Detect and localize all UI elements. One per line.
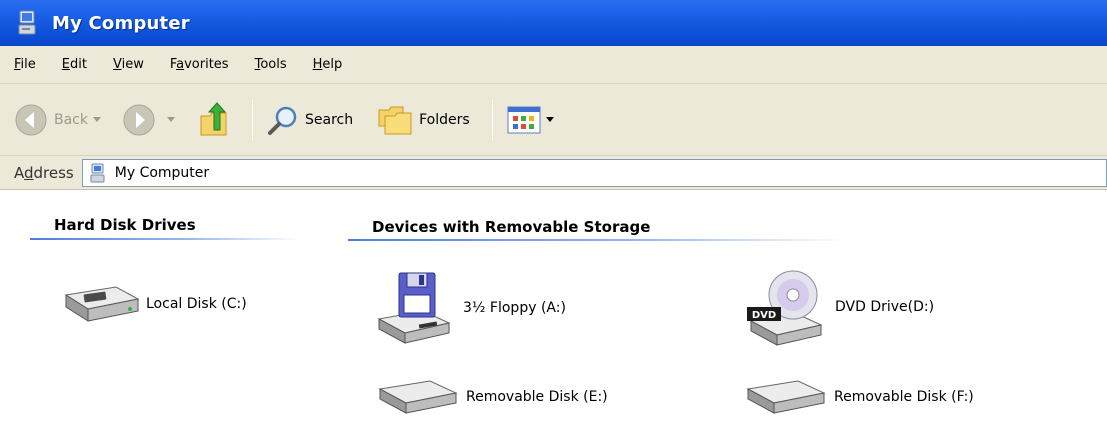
floppy-drive-a-label: 3½ Floppy (A:) bbox=[463, 300, 566, 316]
dvd-drive-d-label: DVD Drive(D:) bbox=[835, 299, 935, 315]
toolbar-separator bbox=[491, 99, 493, 140]
views-button[interactable] bbox=[507, 98, 555, 142]
toolbar-separator bbox=[252, 99, 253, 140]
forward-dropdown-icon[interactable] bbox=[166, 115, 176, 125]
menu-edit[interactable]: Edit bbox=[62, 57, 87, 72]
menu-file[interactable]: File bbox=[14, 57, 36, 72]
toolbar: Back Search Folders bbox=[0, 84, 1107, 156]
views-dropdown-icon[interactable] bbox=[545, 115, 555, 125]
window-title: My Computer bbox=[52, 12, 190, 34]
removable-disk-icon bbox=[378, 380, 458, 414]
local-disk-c[interactable]: Local Disk (C:) bbox=[58, 281, 247, 327]
dvd-drive-d[interactable]: DVD DVD Drive(D:) bbox=[745, 267, 934, 347]
folders-button[interactable]: Folders bbox=[377, 98, 470, 142]
floppy-drive-icon bbox=[377, 272, 451, 344]
back-arrow-icon bbox=[15, 104, 47, 135]
hard-disk-drives-header: Hard Disk Drives bbox=[54, 216, 196, 234]
address-input[interactable]: My Computer bbox=[81, 158, 1107, 187]
views-icon bbox=[507, 106, 541, 133]
dvd-badge: DVD bbox=[752, 310, 776, 321]
menu-view[interactable]: View bbox=[113, 57, 144, 72]
forward-arrow-icon bbox=[123, 104, 155, 135]
search-label: Search bbox=[305, 111, 354, 128]
folders-label: Folders bbox=[419, 111, 470, 128]
my-computer-icon bbox=[90, 163, 105, 182]
hard-disk-drives-divider bbox=[30, 238, 300, 240]
menu-bar: File Edit View Favorites Tools Help bbox=[0, 46, 1107, 84]
my-computer-icon bbox=[18, 10, 36, 35]
address-label: Address bbox=[14, 163, 74, 182]
title-bar[interactable]: My Computer bbox=[0, 0, 1107, 46]
removable-storage-divider bbox=[348, 239, 848, 241]
menu-help[interactable]: Help bbox=[313, 57, 343, 72]
folders-icon bbox=[378, 106, 412, 134]
up-folder-icon bbox=[200, 101, 227, 135]
forward-button[interactable] bbox=[122, 98, 176, 142]
removable-disk-e[interactable]: Removable Disk (E:) bbox=[374, 377, 608, 417]
dvd-drive-icon: DVD bbox=[747, 270, 823, 346]
local-disk-c-label: Local Disk (C:) bbox=[146, 296, 247, 312]
address-bar: Address My Computer bbox=[0, 156, 1107, 190]
back-button[interactable]: Back bbox=[14, 98, 102, 142]
removable-disk-f[interactable]: Removable Disk (F:) bbox=[742, 377, 974, 417]
removable-disk-icon bbox=[746, 380, 826, 414]
back-dropdown-icon[interactable] bbox=[92, 115, 102, 125]
search-button[interactable]: Search bbox=[267, 98, 353, 142]
content-pane: Hard Disk Drives Devices with Removable … bbox=[0, 191, 1107, 445]
menu-tools[interactable]: Tools bbox=[255, 57, 287, 72]
up-folder-button[interactable] bbox=[198, 98, 230, 142]
address-value: My Computer bbox=[114, 164, 210, 181]
menu-favorites[interactable]: Favorites bbox=[170, 57, 229, 72]
removable-disk-f-label: Removable Disk (F:) bbox=[834, 389, 974, 405]
removable-storage-header: Devices with Removable Storage bbox=[372, 218, 651, 236]
floppy-drive-a[interactable]: 3½ Floppy (A:) bbox=[375, 269, 566, 347]
back-label: Back bbox=[54, 111, 88, 128]
search-icon bbox=[268, 106, 297, 135]
removable-disk-e-label: Removable Disk (E:) bbox=[466, 389, 608, 405]
hard-disk-icon bbox=[64, 286, 140, 322]
